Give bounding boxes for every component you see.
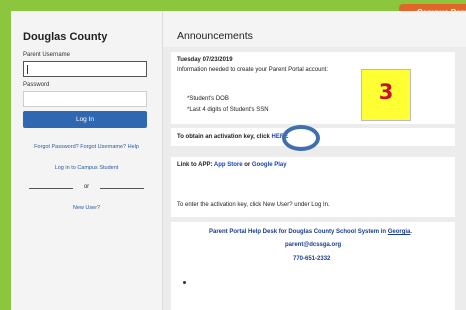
forgot-links: Forgot Password? Forgot Username? Help — [11, 144, 162, 150]
help-desk-period: . — [410, 229, 413, 235]
step-number: 3 — [378, 80, 394, 104]
activation-text: To obtain an activation key, click — [177, 134, 270, 140]
app-store-link[interactable]: App Store — [214, 162, 243, 168]
top-accent-bar — [0, 0, 466, 11]
county-title: Douglas County — [23, 31, 108, 43]
app-line: Link to APP: App Store or Google Play — [177, 162, 287, 168]
requirement-ssn: *Last 4 digits of Student's SSN — [187, 107, 269, 113]
or-divider-text: or — [83, 184, 90, 190]
step-number-badge: 3 — [361, 69, 411, 121]
enter-key-instructions: To enter the activation key, click New U… — [177, 202, 330, 208]
helpdesk-block — [171, 222, 455, 310]
or-divider-right — [100, 188, 144, 189]
highlight-circle — [282, 125, 320, 151]
forgot-username-link[interactable]: Forgot Username? — [80, 144, 126, 150]
announcements-title: Announcements — [177, 30, 253, 42]
campus-student-link[interactable]: Log in to Campus Student — [11, 165, 162, 171]
login-button[interactable]: Log In — [23, 111, 147, 128]
activation-line: To obtain an activation key, click HERE — [177, 134, 288, 140]
announcement-date: Tuesday 07/23/2019 — [177, 57, 233, 63]
help-desk-email[interactable]: parent@dcssga.org — [285, 242, 341, 248]
forgot-password-link[interactable]: Forgot Password? — [34, 144, 79, 150]
username-label: Parent Username — [23, 52, 71, 58]
help-desk-phone: 770-651-2332 — [293, 256, 331, 262]
help-desk-text: Parent Portal Help Desk for Douglas Coun… — [209, 229, 387, 235]
announcement-intro: Information needed to create your Parent… — [177, 67, 329, 73]
google-play-link[interactable]: Google Play — [252, 162, 287, 168]
username-input[interactable] — [23, 61, 147, 77]
app-label: Link to APP: — [177, 162, 213, 168]
password-label: Password — [23, 82, 50, 88]
password-input[interactable] — [23, 91, 147, 107]
empty-bullet — [183, 281, 186, 284]
help-link[interactable]: Help — [128, 144, 139, 150]
help-desk-line: Parent Portal Help Desk for Douglas Coun… — [209, 229, 412, 235]
left-accent-bar — [0, 0, 11, 310]
help-desk-state-link[interactable]: Georgia — [388, 229, 411, 235]
login-panel: Douglas County Parent Username Password … — [11, 11, 163, 310]
app-or-text: or — [244, 162, 251, 168]
portal-window: Campus Paren Douglas County Parent Usern… — [0, 0, 466, 310]
new-user-link[interactable]: New User? — [11, 205, 162, 211]
requirement-dob: *Student's DOB — [187, 96, 229, 102]
text-caret — [27, 65, 28, 74]
